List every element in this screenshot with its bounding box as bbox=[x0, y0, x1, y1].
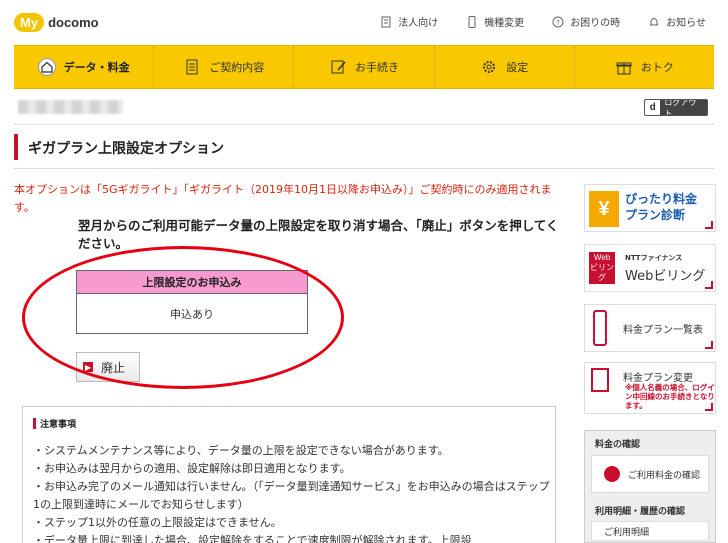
banner-web-billing[interactable]: Web ビリング NTTファイナンス Webビリング bbox=[584, 244, 716, 292]
banner-plan-diagnosis[interactable]: ¥ ぴったり料金 プラン診断 bbox=[584, 184, 716, 232]
note-item: ・お申込みは翌月からの適用、設定解除は即日適用となります。 bbox=[33, 462, 351, 475]
sidebar-link-label: ご利用料金の確認 bbox=[628, 470, 701, 481]
phone-icon bbox=[593, 310, 607, 346]
util-device-change[interactable]: 機種変更 bbox=[466, 14, 524, 29]
cancel-button[interactable]: ▶ 廃止 bbox=[76, 352, 140, 382]
banner-plan-change-title: 料金プラン変更 bbox=[623, 373, 693, 384]
utility-nav: 法人向け 機種変更 ? お困りの時 お知らせ bbox=[380, 14, 706, 29]
title-accent-bar bbox=[14, 134, 18, 160]
divider bbox=[14, 124, 714, 125]
sidebar-link-fee-check[interactable]: ご利用料金の確認 bbox=[591, 455, 709, 493]
note-item: ・ステップ1以外の任意の上限設定はできません。 bbox=[33, 516, 282, 529]
banner-plan-list-text: 料金プラン一覧表 bbox=[623, 325, 703, 336]
util-business[interactable]: 法人向け bbox=[380, 14, 438, 29]
link-corner-icon bbox=[705, 403, 713, 411]
sidebar-link-label: ご利用明細 bbox=[604, 527, 650, 538]
nav-procedure[interactable]: お手続き bbox=[294, 46, 435, 88]
util-news[interactable]: お知らせ bbox=[648, 14, 706, 29]
nav-settings[interactable]: 設定 bbox=[435, 46, 575, 88]
logo-my: My bbox=[14, 12, 45, 32]
svg-text:?: ? bbox=[556, 19, 560, 27]
question-icon: ? bbox=[552, 16, 564, 27]
banner-line: プラン診断 bbox=[625, 208, 686, 222]
nav-deals[interactable]: おトク bbox=[575, 46, 714, 88]
status-header: 上限設定のお申込み bbox=[77, 271, 307, 294]
d-account-icon: d bbox=[645, 100, 661, 115]
coin-icon bbox=[604, 466, 620, 482]
link-corner-icon bbox=[705, 221, 713, 229]
procedure-icon bbox=[331, 60, 346, 74]
banner-plan-change[interactable]: 料金プラン変更 ※個人名義の場合、ログイン中回線のお手続きとなります。 bbox=[584, 362, 716, 414]
sidebar-link-statement[interactable]: ご利用明細 bbox=[591, 521, 709, 541]
nav-data-fee-label: データ・料金 bbox=[63, 61, 130, 74]
logout-label: ログアウト bbox=[664, 99, 697, 116]
docomo-logo[interactable]: My docomo bbox=[14, 10, 99, 34]
banner-plan-diagnosis-text: ぴったり料金 プラン診断 bbox=[625, 191, 697, 223]
logout-button[interactable]: d ログアウト bbox=[644, 99, 708, 116]
applicability-notice: 本オプションは「5Gギガライト」「ギガライト（2019年10月1日以降お申込み）… bbox=[14, 183, 552, 214]
notes-list: ・システムメンテナンス等により、データ量の上限を設定できない場合があります。 ・… bbox=[33, 442, 551, 543]
link-corner-icon bbox=[705, 341, 713, 349]
contract-icon bbox=[186, 59, 198, 75]
home-icon bbox=[37, 58, 56, 76]
nav-procedure-label: お手続き bbox=[355, 61, 399, 74]
util-device-change-label: 機種変更 bbox=[484, 18, 525, 29]
notes-title: 注意事項 bbox=[33, 417, 76, 430]
sidebar-head-statement: 利用明細・履歴の確認 bbox=[595, 506, 686, 517]
user-name-redacted bbox=[18, 100, 123, 114]
smartphone-icon bbox=[468, 15, 476, 28]
note-item: ・システムメンテナンス等により、データ量の上限を設定できない場合があります。 bbox=[33, 444, 449, 457]
note-item: ・データ量上限に到達した場合、設定解除をすることで速度制限が解除されます。上限設 bbox=[33, 534, 472, 543]
banner-plan-list[interactable]: 料金プラン一覧表 bbox=[584, 304, 716, 352]
notes-accent-bar bbox=[33, 418, 36, 429]
logo-docomo: docomo bbox=[48, 14, 99, 30]
banner-line: ぴったり料金 bbox=[625, 192, 698, 206]
link-corner-icon bbox=[705, 281, 713, 289]
gear-icon bbox=[483, 61, 496, 73]
nav-settings-label: 設定 bbox=[506, 61, 529, 74]
banner-web-billing-title: Webビリング bbox=[625, 269, 706, 284]
arrow-right-icon: ▶ bbox=[83, 362, 93, 372]
nav-deals-label: おトク bbox=[640, 61, 674, 74]
bell-icon bbox=[650, 17, 659, 25]
instruction-text: 翌月からのご利用可能データ量の上限設定を取り消す場合、「廃止」ボタンを押してくだ… bbox=[78, 218, 559, 251]
sidebar-head-fee: 料金の確認 bbox=[595, 439, 641, 450]
divider bbox=[14, 168, 714, 169]
building-icon bbox=[381, 16, 391, 27]
banner-plan-change-note: ※個人名義の場合、ログイン中回線のお手続きとなります。 bbox=[625, 383, 715, 410]
banner-web-billing-company: NTTファイナンス bbox=[625, 254, 683, 262]
document-icon bbox=[591, 368, 609, 392]
status-value: 申込あり bbox=[170, 307, 214, 321]
yen-icon: ¥ bbox=[589, 191, 619, 227]
notes-title-label: 注意事項 bbox=[40, 420, 77, 430]
util-help-label: お困りの時 bbox=[570, 18, 621, 29]
util-help[interactable]: ? お困りの時 bbox=[552, 14, 620, 29]
nav-contract[interactable]: ご契約内容 bbox=[154, 46, 295, 88]
note-item: ・お申込み完了のメール通知は行いません。（「データ量到達通知サービス」をお申込み… bbox=[33, 480, 550, 511]
cancel-button-label: 廃止 bbox=[101, 360, 126, 375]
web-billing-icon: Web ビリング bbox=[589, 252, 615, 284]
notes-panel: 注意事項 ・システムメンテナンス等により、データ量の上限を設定できない場合があり… bbox=[22, 406, 556, 543]
sidebar-menu-box: 料金の確認 ご利用料金の確認 利用明細・履歴の確認 ご利用明細 bbox=[584, 430, 716, 543]
gift-icon bbox=[616, 62, 632, 75]
status-table: 上限設定のお申込み 申込あり bbox=[76, 270, 308, 334]
nav-contract-label: ご契約内容 bbox=[209, 61, 265, 74]
util-news-label: お知らせ bbox=[666, 18, 706, 29]
main-nav: データ・料金 ご契約内容 お手続き 設定 おトク bbox=[14, 45, 714, 89]
util-business-label: 法人向け bbox=[398, 18, 439, 29]
nav-data-fee[interactable]: データ・料金 bbox=[14, 46, 155, 88]
page-title: ギガプラン上限設定オプション bbox=[28, 141, 224, 157]
